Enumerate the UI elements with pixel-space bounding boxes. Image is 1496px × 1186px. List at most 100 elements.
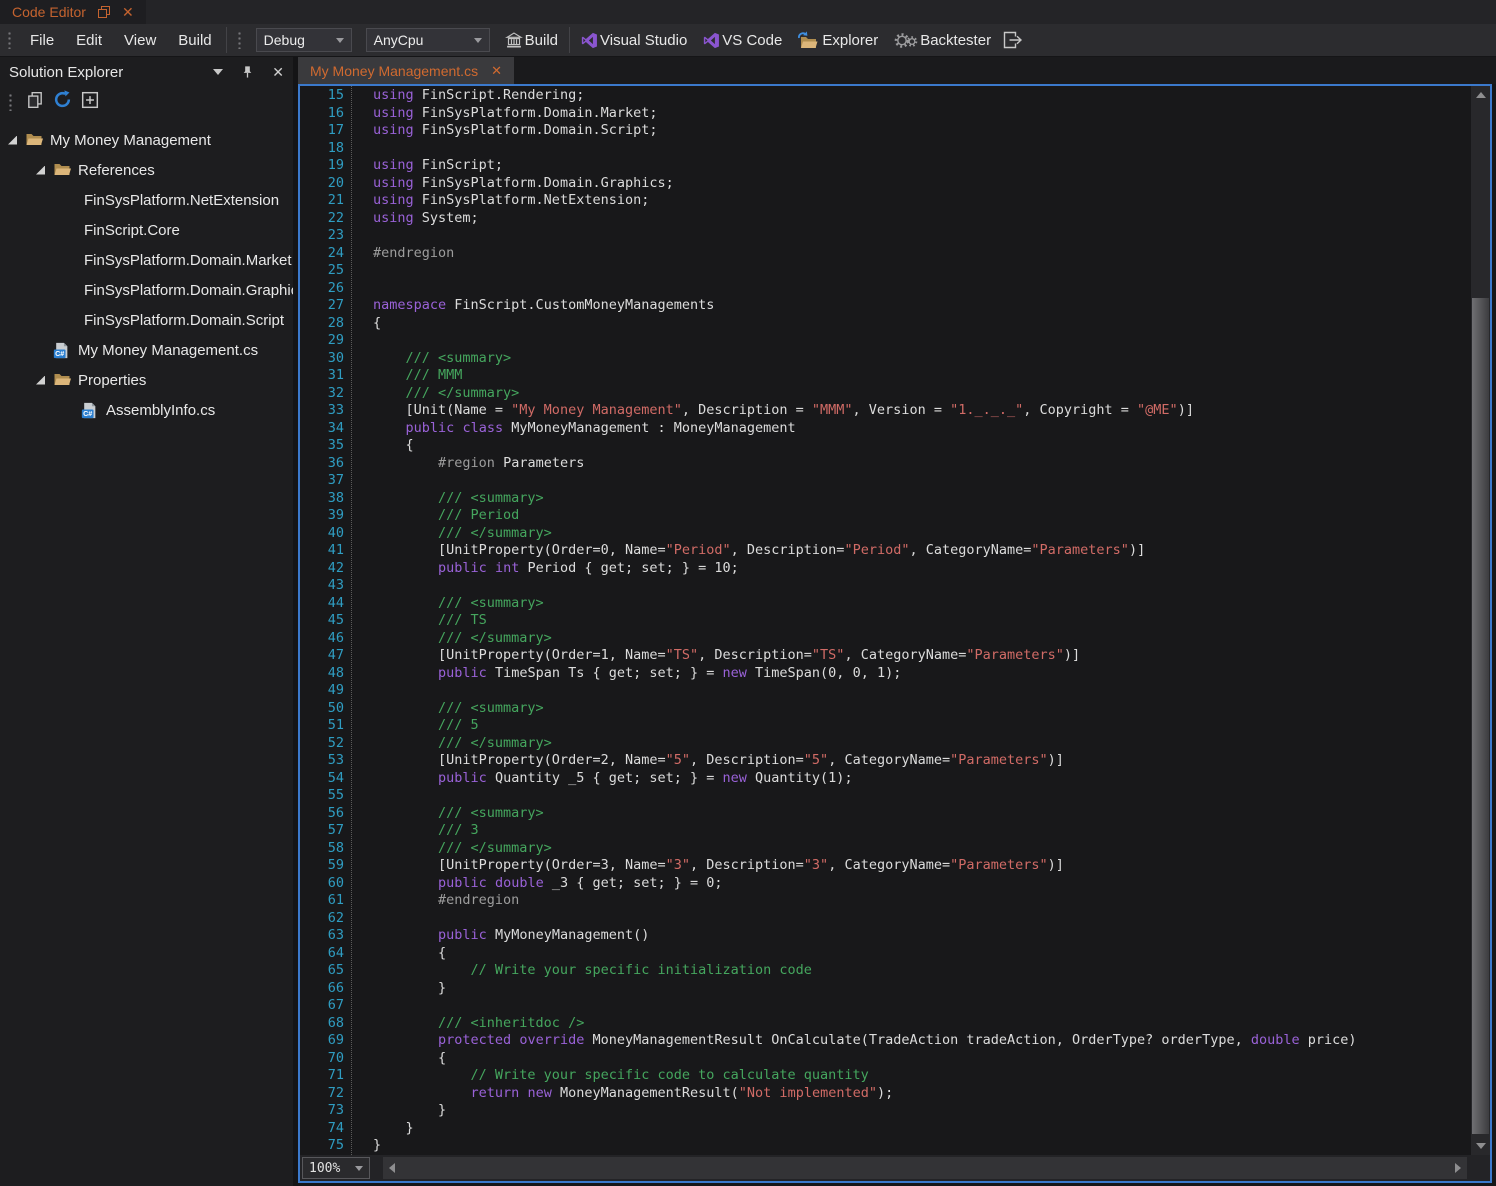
cpu-platform-dropdown[interactable]: AnyCpu <box>366 28 490 52</box>
menu-view[interactable]: View <box>113 32 167 49</box>
tree-item-label: FinSysPlatform.NetExtension <box>81 192 279 209</box>
explorer-button[interactable]: Explorer <box>798 31 878 50</box>
line-number: 66 <box>300 980 344 998</box>
tab-strip: My Money Management.cs ✕ <box>298 57 1496 84</box>
tree-item[interactable]: C#AssemblyInfo.cs <box>0 395 293 425</box>
code-line: /// <summary> <box>373 595 1471 613</box>
vertical-scrollbar-thumb[interactable] <box>1472 298 1489 1134</box>
tab-my-money-management[interactable]: My Money Management.cs ✕ <box>298 57 514 84</box>
chevron-down-icon <box>336 38 344 43</box>
scroll-left-arrow[interactable] <box>389 1163 395 1173</box>
line-number: 71 <box>300 1067 344 1085</box>
line-number: 24 <box>300 245 344 263</box>
tree-item-label: FinSysPlatform.Domain.Graphics <box>81 282 293 299</box>
code-line: public double _3 { get; set; } = 0; <box>373 875 1471 893</box>
tree-item[interactable]: FinScript.Core <box>0 215 293 245</box>
tree-item-label: FinSysPlatform.Domain.Market <box>81 252 292 269</box>
line-number: 20 <box>300 175 344 193</box>
code-line <box>373 472 1471 490</box>
build-button-label: Build <box>525 32 558 49</box>
restore-icon[interactable] <box>98 6 110 18</box>
line-number: 44 <box>300 595 344 613</box>
build-button[interactable]: Build <box>505 32 558 49</box>
tree-expander-icon[interactable] <box>36 166 53 175</box>
tree-item[interactable]: FinSysPlatform.Domain.Script <box>0 305 293 335</box>
menu-file[interactable]: File <box>19 32 65 49</box>
add-icon[interactable] <box>81 91 99 114</box>
code-line: [UnitProperty(Order=3, Name="3", Descrip… <box>373 857 1471 875</box>
code-line: } <box>373 980 1471 998</box>
code-line <box>373 682 1471 700</box>
vs-code-button[interactable]: VS Code <box>703 32 782 49</box>
export-arrow-icon <box>1003 31 1023 49</box>
panel-grip-handle[interactable] <box>8 93 13 111</box>
tree-expander-icon[interactable] <box>8 136 25 145</box>
toolbar-separator <box>226 27 227 53</box>
code-line <box>373 577 1471 595</box>
scroll-right-arrow[interactable] <box>1455 1163 1461 1173</box>
tree-item[interactable]: FinSysPlatform.NetExtension <box>0 185 293 215</box>
export-button[interactable] <box>1003 31 1023 49</box>
tree-expander-icon[interactable] <box>36 376 53 385</box>
tree-item[interactable]: My Money Management <box>0 125 293 155</box>
scroll-down-arrow[interactable] <box>1471 1137 1490 1155</box>
code-line: /// </summary> <box>373 385 1471 403</box>
menu-grip-handle[interactable] <box>7 31 12 49</box>
code-line: using FinSysPlatform.NetExtension; <box>373 192 1471 210</box>
line-number: 17 <box>300 122 344 140</box>
code-line: [UnitProperty(Order=1, Name="TS", Descri… <box>373 647 1471 665</box>
visual-studio-icon <box>581 32 598 49</box>
editor-pane: My Money Management.cs ✕ 151617181920212… <box>298 57 1496 1186</box>
zoom-level-dropdown[interactable]: 100% <box>302 1157 370 1179</box>
code-line: namespace FinScript.CustomMoneyManagemen… <box>373 297 1471 315</box>
pin-icon[interactable] <box>241 65 254 79</box>
code-line: #endregion <box>373 245 1471 263</box>
window-close-icon[interactable]: ✕ <box>122 4 134 21</box>
line-number: 53 <box>300 752 344 770</box>
scrollbar-corner <box>1469 1155 1490 1181</box>
code-line: } <box>373 1137 1471 1155</box>
line-number: 37 <box>300 472 344 490</box>
tree-item[interactable]: References <box>0 155 293 185</box>
vertical-scrollbar[interactable] <box>1471 86 1490 1155</box>
code-line <box>373 140 1471 158</box>
code-line: [Unit(Name = "My Money Management", Desc… <box>373 402 1471 420</box>
tree-item[interactable]: FinSysPlatform.Domain.Graphics <box>0 275 293 305</box>
backtester-label: Backtester <box>920 32 991 49</box>
solution-tree: My Money ManagementReferences FinSysPlatf… <box>0 117 293 1186</box>
refresh-icon[interactable] <box>53 90 72 114</box>
code-line: } <box>373 1120 1471 1138</box>
tab-close-icon[interactable]: ✕ <box>491 63 502 79</box>
panel-close-icon[interactable]: ✕ <box>272 64 284 81</box>
toolbar-grip-handle[interactable] <box>237 31 242 49</box>
line-number: 58 <box>300 840 344 858</box>
visual-studio-button[interactable]: Visual Studio <box>581 32 687 49</box>
line-number: 56 <box>300 805 344 823</box>
line-number: 32 <box>300 385 344 403</box>
scroll-up-arrow[interactable] <box>1471 86 1490 104</box>
code-line: /// </summary> <box>373 735 1471 753</box>
tree-item[interactable]: C#My Money Management.cs <box>0 335 293 365</box>
code-line: /// <summary> <box>373 805 1471 823</box>
code-line: public int Period { get; set; } = 10; <box>373 560 1471 578</box>
horizontal-scrollbar[interactable] <box>383 1157 1467 1179</box>
code-line: public MyMoneyManagement() <box>373 927 1471 945</box>
backtester-button[interactable]: Backtester <box>894 32 991 49</box>
line-number: 45 <box>300 612 344 630</box>
code-line: /// <summary> <box>373 490 1471 508</box>
app-window: Code Editor ✕ File Edit View Build Debug… <box>0 0 1496 1186</box>
panel-menu-chevron-icon[interactable] <box>213 69 223 75</box>
code-line: /// <summary> <box>373 350 1471 368</box>
menu-build[interactable]: Build <box>167 32 222 49</box>
line-number: 28 <box>300 315 344 333</box>
code-line: using FinScript.Rendering; <box>373 87 1471 105</box>
debug-config-dropdown[interactable]: Debug <box>256 28 352 52</box>
code-area[interactable]: using FinScript.Rendering; using FinSysPl… <box>352 86 1471 1155</box>
svg-text:C#: C# <box>83 409 92 418</box>
solution-explorer-title: Solution Explorer <box>9 64 123 81</box>
line-number: 43 <box>300 577 344 595</box>
tree-item[interactable]: FinSysPlatform.Domain.Market <box>0 245 293 275</box>
tree-item[interactable]: Properties <box>0 365 293 395</box>
menu-edit[interactable]: Edit <box>65 32 113 49</box>
copy-icon[interactable] <box>26 91 44 114</box>
